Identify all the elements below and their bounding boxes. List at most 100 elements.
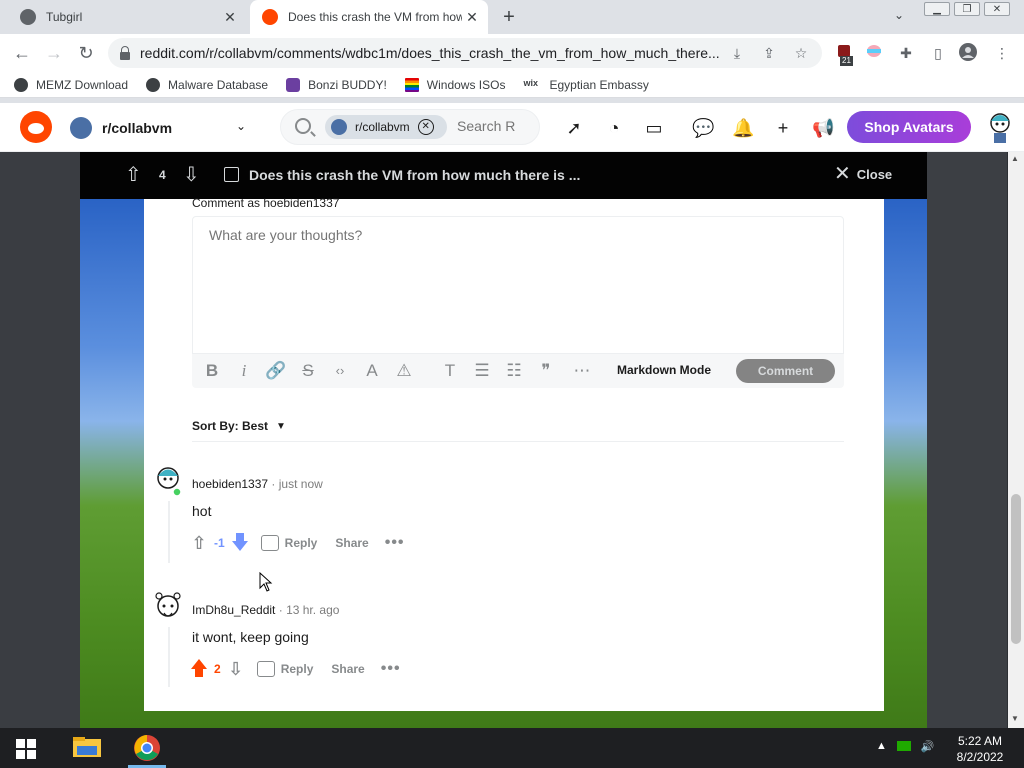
tab-tubgirl[interactable]: Tubgirl ✕ [8,0,246,34]
taskbar-clock[interactable]: 5:22 AM 8/2/2022 [950,733,1010,765]
notifications-bell-icon[interactable]: 🔔 [732,117,754,139]
thread-line[interactable] [168,627,170,687]
side-panel-icon[interactable]: ▯ [928,43,948,63]
quote-block-icon[interactable]: ❞ [535,360,557,382]
reply-button[interactable]: Reply [256,661,313,677]
commenter-avatar[interactable] [154,589,184,623]
video-icon[interactable]: ▭ [643,117,665,139]
close-icon: ✕ [834,163,851,185]
stats-icon[interactable]: ◔ [603,117,625,139]
advertise-megaphone-icon[interactable]: 📢 [812,117,834,139]
strikethrough-icon[interactable]: S [297,360,319,382]
forward-arrow-icon[interactable]: → [42,41,66,65]
spoiler-icon[interactable]: ⚠ [393,360,415,382]
bulleted-list-icon[interactable]: ☰ [471,360,493,382]
chat-icon[interactable]: 💬 [692,117,714,139]
url-text[interactable]: reddit.com/r/collabvm/comments/wdbc1m/do… [140,45,730,61]
bookmark-egyptian-embassy[interactable]: wix Egyptian Embassy [523,78,648,92]
link-icon[interactable]: 🔗 [265,360,287,382]
numbered-list-icon[interactable]: ☷ [503,360,525,382]
search-icon [295,118,311,134]
comment-bubble-icon [256,661,275,677]
upvote-arrow-icon[interactable]: ⇧ [125,164,142,186]
minimize-button[interactable]: ▁ [924,2,950,16]
downvote-arrow-icon[interactable] [229,532,251,554]
profile-icon[interactable] [958,43,978,63]
clear-chip-icon[interactable]: ✕ [417,119,434,135]
volume-icon[interactable]: 🔊 [921,740,935,753]
commenter-avatar[interactable] [154,463,184,497]
bookmark-windows-isos[interactable]: Windows ISOs [404,77,505,92]
chrome-menu-icon[interactable]: ⋮ [992,43,1012,63]
more-options-icon[interactable]: ⋯ [571,360,593,382]
reddit-logo-icon[interactable] [20,111,52,143]
superscript-icon[interactable]: A [361,360,383,382]
close-window-button[interactable]: ✕ [984,2,1010,16]
heading-icon[interactable]: T [439,360,461,382]
scroll-down-icon[interactable]: ▼ [1011,714,1019,723]
more-options-icon[interactable]: ••• [385,534,405,552]
inline-code-icon[interactable]: ‹› [329,360,351,382]
community-switcher[interactable]: r/collabvm [70,117,172,139]
bookmark-memz[interactable]: MEMZ Download [14,77,128,92]
markdown-mode-button[interactable]: Markdown Mode [617,363,711,377]
chevron-down-icon[interactable]: ⌄ [236,119,246,133]
comment-author[interactable]: hoebiden1337 [192,477,268,491]
page-scrollbar[interactable]: ▲ ▼ [1008,152,1024,728]
lock-icon[interactable] [120,46,130,60]
user-avatar[interactable] [986,109,1014,145]
search-community-chip[interactable]: r/collabvm ✕ [325,115,447,139]
new-tab-button[interactable]: + [498,6,520,28]
install-icon[interactable]: ⤓ [728,44,746,62]
upvote-arrow-icon[interactable]: ⇧ [188,532,210,554]
reply-button[interactable]: Reply [260,535,317,551]
file-explorer-icon[interactable] [68,732,106,764]
upvote-arrow-icon[interactable] [188,658,210,680]
search-bar[interactable]: r/collabvm ✕ [280,109,540,145]
close-post-button[interactable]: ✕ Close [834,163,892,185]
bold-icon[interactable]: B [201,360,223,382]
reload-icon[interactable]: ↻ [74,41,98,65]
tray-chevron-icon[interactable]: ▲ [876,740,887,753]
search-input[interactable] [457,118,517,134]
tab-title: Tubgirl [46,10,83,24]
comment-time[interactable]: 13 hr. ago [286,603,339,617]
browser-tab-strip: Tubgirl ✕ Does this crash the VM from ho… [0,0,1024,34]
extension-shield-icon[interactable]: 21 [834,43,854,66]
bookmark-bonzi-buddy[interactable]: Bonzi BUDDY! [286,77,387,92]
shop-avatars-button[interactable]: Shop Avatars [847,111,971,143]
bookmark-star-icon[interactable]: ☆ [792,44,810,62]
close-tab-icon[interactable]: ✕ [220,7,240,27]
comment-time[interactable]: just now [279,477,323,491]
tab-search-chevron-icon[interactable]: ⌄ [894,8,904,22]
sort-dropdown[interactable]: Sort By: Best ▼ [192,419,286,433]
share-button[interactable]: Share [335,536,368,550]
extensions-puzzle-icon[interactable]: ✚ [896,43,916,63]
community-avatar [70,117,92,139]
restore-button[interactable]: ❐ [954,2,980,16]
popular-icon[interactable]: ➚ [563,117,585,139]
comment-submit-button[interactable]: Comment [736,359,835,383]
scroll-thumb[interactable] [1011,494,1021,644]
reddit-header: r/collabvm ⌄ r/collabvm ✕ ➚ ◔ ▭ 💬 🔔 + 📢 … [0,103,1024,152]
windows-start-icon[interactable] [16,739,36,759]
share-icon[interactable]: ⇪ [760,44,778,62]
address-bar[interactable]: reddit.com/r/collabvm/comments/wdbc1m/do… [108,38,822,68]
downvote-arrow-icon[interactable]: ⇩ [225,658,247,680]
downvote-arrow-icon[interactable]: ⇩ [183,164,200,186]
create-post-plus-icon[interactable]: + [772,117,794,139]
thread-line[interactable] [168,501,170,563]
share-button[interactable]: Share [331,662,364,676]
battery-icon[interactable] [896,741,911,751]
extension-flag-icon[interactable] [864,43,884,63]
tab-reddit-post[interactable]: Does this crash the VM from how ✕ [250,0,488,34]
comment-input[interactable] [192,216,844,354]
comment-author[interactable]: ImDh8u_Reddit [192,603,275,617]
scroll-up-icon[interactable]: ▲ [1011,154,1019,163]
more-options-icon[interactable]: ••• [381,660,401,678]
back-arrow-icon[interactable]: ← [10,41,34,65]
close-tab-icon[interactable]: ✕ [462,7,482,27]
italic-icon[interactable]: i [233,360,255,382]
chrome-taskbar-icon[interactable] [128,732,166,768]
bookmark-malware-database[interactable]: Malware Database [146,77,268,92]
